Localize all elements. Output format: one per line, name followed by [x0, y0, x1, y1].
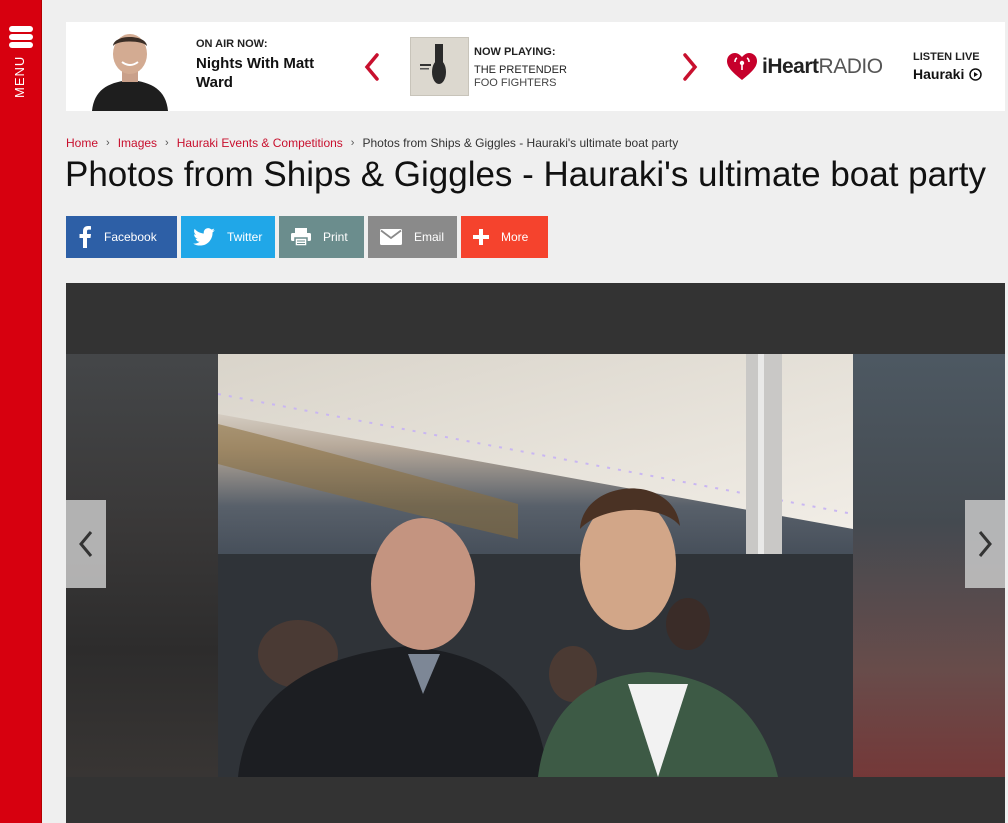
station-name: Hauraki — [913, 66, 965, 82]
on-air-show[interactable]: Nights With Matt Ward — [196, 54, 346, 92]
share-bar: Facebook Twitter Print Email More — [66, 216, 548, 258]
listen-live-station[interactable]: Hauraki — [913, 66, 983, 82]
print-button[interactable]: Print — [279, 216, 364, 258]
breadcrumb-current: Photos from Ships & Giggles - Hauraki's … — [362, 136, 679, 150]
listen-live[interactable]: LISTEN LIVE Hauraki — [913, 51, 983, 82]
on-air-now[interactable]: ON AIR NOW: Nights With Matt Ward — [196, 38, 346, 92]
breadcrumb-home[interactable]: Home — [66, 136, 98, 150]
iheart-brand-light: RADIO — [818, 55, 884, 78]
now-playing: NOW PLAYING: THE PRETENDER FOO FIGHTERS — [474, 46, 567, 89]
play-icon[interactable] — [969, 67, 983, 81]
album-art — [410, 37, 469, 96]
previous-photo-button[interactable] — [66, 500, 106, 588]
menu-rail[interactable]: MENU — [0, 0, 42, 823]
facebook-share-button[interactable]: Facebook — [66, 216, 177, 258]
iheart-brand-bold: iHeart — [762, 55, 819, 78]
heart-icon — [727, 53, 757, 80]
breadcrumb-images[interactable]: Images — [118, 136, 157, 150]
print-label: Print — [323, 230, 348, 244]
chevron-right-icon[interactable] — [680, 52, 700, 82]
menu-label[interactable]: MENU — [12, 56, 27, 98]
email-label: Email — [414, 230, 445, 244]
top-bar: ON AIR NOW: Nights With Matt Ward NOW PL… — [66, 22, 1005, 111]
facebook-label: Facebook — [104, 230, 157, 244]
more-label: More — [501, 230, 529, 244]
host-photo[interactable] — [82, 28, 178, 111]
twitter-icon — [193, 228, 215, 246]
on-air-label: ON AIR NOW: — [196, 38, 268, 50]
email-icon — [380, 229, 402, 245]
twitter-label: Twitter — [227, 230, 263, 244]
breadcrumb-events[interactable]: Hauraki Events & Competitions — [177, 136, 343, 150]
chevron-left-icon — [79, 531, 93, 557]
gallery-photo[interactable] — [218, 354, 853, 777]
facebook-icon — [79, 226, 91, 248]
breadcrumb-separator: › — [106, 137, 110, 149]
twitter-share-button[interactable]: Twitter — [181, 216, 275, 258]
hamburger-icon[interactable] — [9, 26, 33, 48]
breadcrumb-separator: › — [350, 137, 355, 149]
plus-icon — [473, 229, 489, 245]
iheartradio-logo[interactable]: iHeartRADIO — [726, 50, 883, 84]
now-playing-song: THE PRETENDER — [474, 64, 567, 76]
now-playing-artist: FOO FIGHTERS — [474, 77, 557, 89]
email-button[interactable]: Email — [368, 216, 457, 258]
photo-gallery — [66, 283, 1005, 823]
listen-live-label: LISTEN LIVE — [913, 51, 980, 63]
chevron-right-icon — [978, 531, 992, 557]
breadcrumb: Home › Images › Hauraki Events & Competi… — [66, 136, 678, 150]
print-icon — [291, 228, 311, 246]
breadcrumb-separator: › — [165, 137, 169, 149]
more-share-button[interactable]: More — [461, 216, 548, 258]
chevron-left-icon[interactable] — [362, 52, 382, 82]
now-playing-label: NOW PLAYING: — [474, 46, 556, 58]
next-photo-button[interactable] — [965, 500, 1005, 588]
page-title: Photos from Ships & Giggles - Hauraki's … — [65, 155, 986, 194]
